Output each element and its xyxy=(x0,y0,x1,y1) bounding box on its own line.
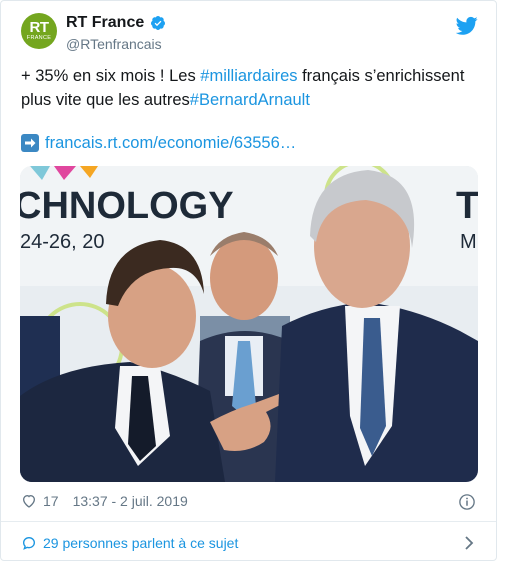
tweet-stats: 17 13:37 - 2 juil. 2019 xyxy=(21,493,188,509)
banner-dates: 24-26, 20 xyxy=(20,231,105,253)
twitter-bird-icon[interactable] xyxy=(456,16,478,36)
tweet-text: + 35% en six mois ! Les #milliardaires f… xyxy=(21,64,481,112)
arrow-right-icon xyxy=(21,134,39,152)
hashtag-bernard-arnault[interactable]: #BernardArnault xyxy=(190,91,310,109)
account-handle[interactable]: @RTenfrancais xyxy=(66,36,162,52)
heart-icon xyxy=(22,494,36,508)
like-button[interactable]: 17 xyxy=(21,493,59,509)
tweet-url-row[interactable]: francais.rt.com/economie/63556… xyxy=(21,132,296,154)
conversation-link[interactable]: 29 personnes parlent à ce sujet xyxy=(21,531,476,555)
banner-right-small: M xyxy=(460,231,477,253)
like-count: 17 xyxy=(43,493,59,509)
tweet-timestamp[interactable]: 13:37 - 2 juil. 2019 xyxy=(73,493,188,509)
account-name[interactable]: RT France xyxy=(66,13,144,33)
chevron-right-icon xyxy=(465,536,474,550)
account-name-row[interactable]: RT France xyxy=(66,13,166,33)
banner-text: CHNOLOGY xyxy=(20,185,234,227)
banner-right-letter: T xyxy=(456,185,478,227)
account-avatar[interactable]: RT FRANCE xyxy=(21,13,57,49)
conversation-text: 29 personnes parlent à ce sujet xyxy=(43,535,239,551)
reply-bubble-icon xyxy=(22,536,36,550)
hashtag-milliardaires[interactable]: #milliardaires xyxy=(200,67,297,85)
avatar-logo-subtext: FRANCE xyxy=(26,34,52,41)
avatar-logo-text: RT xyxy=(29,18,50,36)
photo-illustration: CHNOLOGY 24-26, 20 T M xyxy=(20,166,478,482)
divider xyxy=(1,521,496,522)
tweet-card: RT FRANCE RT France @RTenfrancais + 35% … xyxy=(0,0,497,561)
info-icon[interactable] xyxy=(458,493,476,511)
tweet-photo[interactable]: CHNOLOGY 24-26, 20 T M xyxy=(20,166,478,482)
tweet-text-part-1: + 35% en six mois ! Les xyxy=(21,67,201,85)
tweet-url-link[interactable]: francais.rt.com/economie/63556… xyxy=(45,132,296,154)
verified-badge-icon xyxy=(151,16,166,30)
